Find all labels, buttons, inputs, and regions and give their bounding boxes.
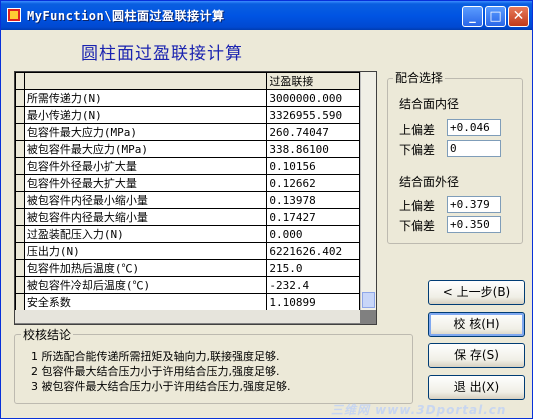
row-value[interactable]: 215.0: [266, 259, 360, 277]
row-value[interactable]: 0.000: [266, 225, 360, 243]
row-header-cell[interactable]: [15, 293, 25, 311]
row-value[interactable]: 0.13978: [266, 191, 360, 209]
row-header-cell[interactable]: [15, 191, 25, 209]
value-column-header: 过盈联接: [266, 72, 360, 90]
row-header-cell[interactable]: [15, 157, 25, 175]
outer-diameter-title: 结合面外径: [399, 175, 460, 189]
row-label: 包容件加热后温度(℃): [23, 259, 268, 277]
inner-lower-deviation-field[interactable]: 0: [447, 140, 501, 157]
outer-upper-deviation-field[interactable]: +0.379: [447, 196, 501, 213]
row-value[interactable]: 3326955.590: [266, 106, 360, 124]
maximize-button[interactable]: □: [485, 6, 506, 27]
table-row[interactable]: 过盈装配压入力(N) 0.000: [15, 225, 360, 243]
row-label: 包容件外径最大扩大量: [23, 174, 268, 192]
row-value[interactable]: -232.4: [266, 276, 360, 294]
outer-lower-deviation-field[interactable]: +0.350: [447, 216, 501, 233]
conclusion-line-3: 3 被包容件最大结合压力小于许用结合压力,强度足够.: [31, 380, 291, 393]
scroll-thumb[interactable]: [362, 292, 375, 308]
grid-body: 过盈联接 所需传递力(N) 3000000.000 最小传递力(N) 3326955.…: [15, 72, 360, 311]
row-header-cell[interactable]: [15, 259, 25, 277]
row-label: 包容件外径最小扩大量: [23, 157, 268, 175]
row-header-corner: [15, 72, 25, 90]
row-label: 过盈装配压入力(N): [23, 225, 268, 243]
outer-lower-label: 下偏差: [399, 219, 436, 233]
row-label: 被包容件冷却后温度(℃): [23, 276, 268, 294]
minimize-button[interactable]: _: [462, 6, 483, 27]
row-header-cell[interactable]: [15, 276, 25, 294]
row-label: 包容件最大应力(MPa): [23, 123, 268, 141]
row-label: 被包容件内径最小缩小量: [23, 191, 268, 209]
conclusion-line-1: 1 所选配合能传递所需扭矩及轴向力,联接强度足够.: [31, 350, 280, 363]
table-row[interactable]: 被包容件内径最小缩小量 0.13978: [15, 191, 360, 209]
row-header-cell[interactable]: [15, 174, 25, 192]
row-value[interactable]: 260.74047: [266, 123, 360, 141]
table-row[interactable]: 包容件外径最小扩大量 0.10156: [15, 157, 360, 175]
table-row[interactable]: 被包容件最大应力(MPa) 338.86100: [15, 140, 360, 158]
table-row[interactable]: 包容件外径最大扩大量 0.12662: [15, 174, 360, 192]
row-header-cell[interactable]: [15, 225, 25, 243]
row-header-cell[interactable]: [15, 242, 25, 260]
row-header-cell[interactable]: [15, 123, 25, 141]
main-window: MyFunction\圆柱面过盈联接计算 _ □ ✕ 圆柱面过盈联接计算 过盈联…: [0, 0, 533, 419]
results-grid[interactable]: 过盈联接 所需传递力(N) 3000000.000 最小传递力(N) 3326955.…: [14, 71, 377, 325]
row-label: 最小传递力(N): [23, 106, 268, 124]
row-value[interactable]: 338.86100: [266, 140, 360, 158]
row-label: 被包容件最大应力(MPa): [23, 140, 268, 158]
fit-selection-label: 配合选择: [393, 69, 446, 86]
close-button[interactable]: ✕: [508, 6, 529, 27]
title-bar[interactable]: MyFunction\圆柱面过盈联接计算 _ □ ✕: [1, 1, 532, 30]
window-title: MyFunction\圆柱面过盈联接计算: [27, 9, 225, 23]
results-table: 过盈联接 所需传递力(N) 3000000.000 最小传递力(N) 3326955.…: [15, 72, 360, 311]
page-title: 圆柱面过盈联接计算: [81, 44, 243, 64]
inner-diameter-title: 结合面内径: [399, 97, 460, 111]
table-row[interactable]: 最小传递力(N) 3326955.590: [15, 106, 360, 124]
row-value[interactable]: 6221626.402: [266, 242, 360, 260]
exit-button[interactable]: 退 出(X): [428, 375, 525, 400]
table-row[interactable]: 被包容件冷却后温度(℃) -232.4: [15, 276, 360, 294]
row-label: 被包容件内径最大缩小量: [23, 208, 268, 226]
save-button[interactable]: 保 存(S): [428, 343, 525, 368]
conclusion-line-2: 2 包容件最大结合压力小于许用结合压力,强度足够.: [31, 365, 280, 378]
row-header-cell[interactable]: [15, 140, 25, 158]
row-header-cell[interactable]: [15, 106, 25, 124]
table-body: 所需传递力(N) 3000000.000 最小传递力(N) 3326955.590 包容…: [15, 89, 360, 311]
label-column-header: [23, 72, 268, 90]
table-row[interactable]: 被包容件内径最大缩小量 0.17427: [15, 208, 360, 226]
table-row[interactable]: 包容件加热后温度(℃) 215.0: [15, 259, 360, 277]
previous-step-button[interactable]: < 上一步(B): [428, 280, 525, 305]
row-value[interactable]: 0.10156: [266, 157, 360, 175]
outer-upper-label: 上偏差: [399, 199, 436, 213]
table-row[interactable]: 压出力(N) 6221626.402: [15, 242, 360, 260]
vertical-scrollbar[interactable]: [360, 72, 376, 310]
row-value[interactable]: 3000000.000: [266, 89, 360, 107]
horizontal-scrollbar[interactable]: [15, 310, 360, 323]
inner-lower-label: 下偏差: [399, 143, 436, 157]
conclusion-label: 校核结论: [21, 326, 74, 343]
table-row[interactable]: 安全系数 1.10899: [15, 293, 360, 311]
row-header-cell[interactable]: [15, 89, 25, 107]
row-label: 安全系数: [23, 293, 268, 311]
table-header-row: 过盈联接: [15, 72, 360, 90]
row-header-cell[interactable]: [15, 208, 25, 226]
inner-upper-label: 上偏差: [399, 123, 436, 137]
check-button[interactable]: 校 核(H): [428, 312, 525, 337]
watermark-text: 三维网 www.3Dportal.cn: [331, 403, 507, 417]
row-label: 压出力(N): [23, 242, 268, 260]
row-value[interactable]: 0.12662: [266, 174, 360, 192]
row-value[interactable]: 0.17427: [266, 208, 360, 226]
table-row[interactable]: 所需传递力(N) 3000000.000: [15, 89, 360, 107]
row-label: 所需传递力(N): [23, 89, 268, 107]
inner-upper-deviation-field[interactable]: +0.046: [447, 119, 501, 136]
row-value[interactable]: 1.10899: [266, 293, 360, 311]
app-icon: [7, 8, 21, 22]
table-row[interactable]: 包容件最大应力(MPa) 260.74047: [15, 123, 360, 141]
